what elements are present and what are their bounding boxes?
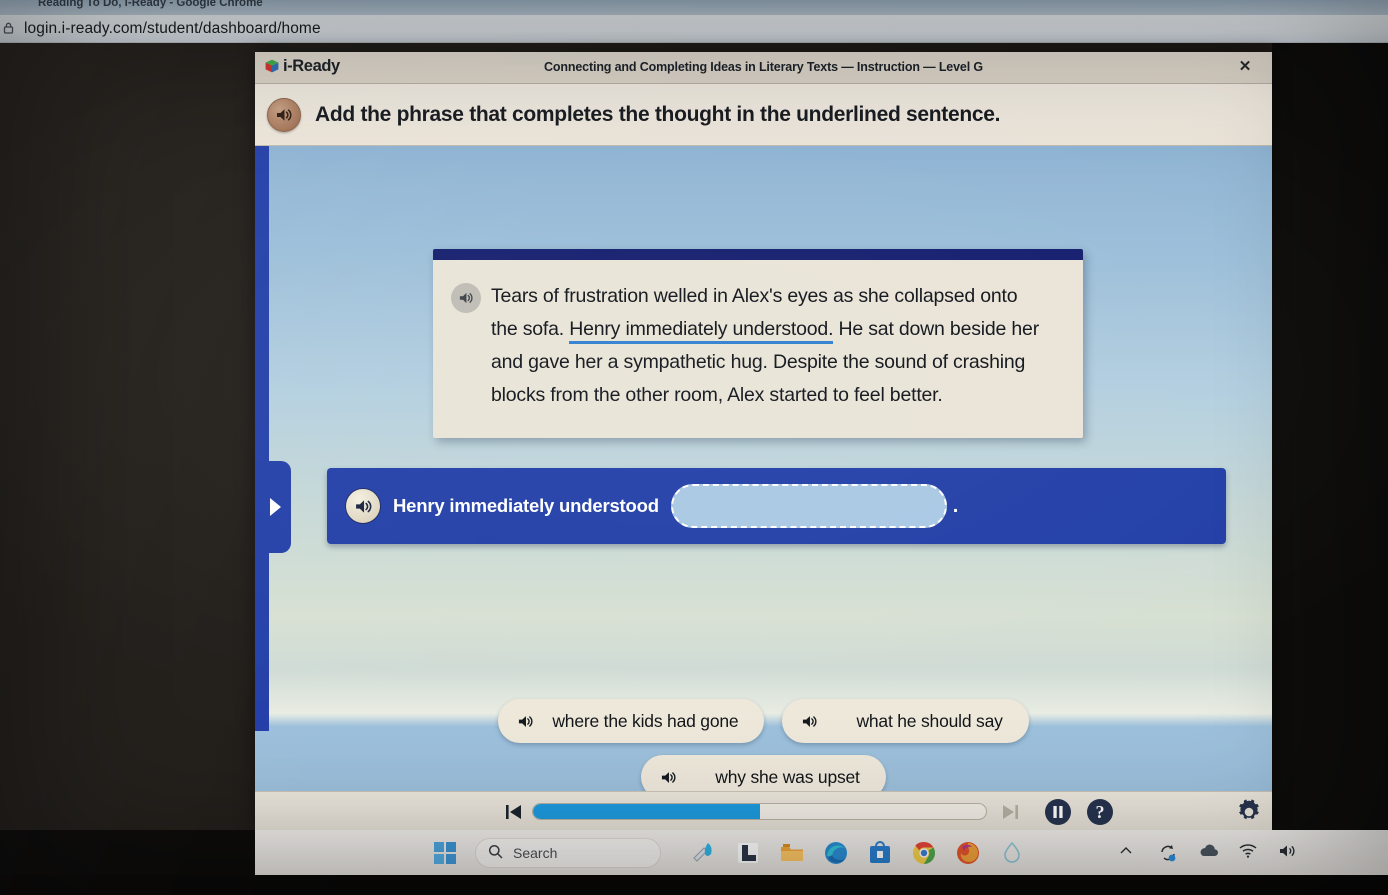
url-text[interactable]: login.i-ready.com/student/dashboard/home (24, 20, 321, 38)
settings-gear-icon[interactable] (1235, 798, 1263, 826)
speaker-icon-choice-3[interactable] (655, 764, 681, 790)
onedrive-cloud-icon[interactable] (1198, 843, 1219, 863)
search-placeholder-text: Search (513, 844, 558, 861)
desktop-background-right (1272, 43, 1388, 838)
chevron-up-icon[interactable] (1118, 843, 1138, 863)
answer-construction-bar: Henry immediately understood . (327, 468, 1226, 544)
snipping-tool-icon[interactable] (691, 840, 717, 866)
previous-button[interactable] (504, 802, 524, 822)
taskbar-search-box[interactable]: Search (475, 837, 661, 868)
speaker-icon-choice-2[interactable] (796, 708, 822, 734)
windows-taskbar: Search (255, 830, 1388, 875)
speaker-icon-choice-1[interactable] (512, 708, 538, 734)
site-info-icon[interactable] (3, 22, 15, 36)
app-header: i-Ready Connecting and Completing Ideas … (255, 52, 1272, 84)
browser-address-bar[interactable]: login.i-ready.com/student/dashboard/home (0, 15, 1388, 43)
answer-period: . (952, 494, 959, 517)
passage-text: Tears of frustration welled in Alex's ey… (491, 280, 1047, 412)
left-rail (255, 146, 269, 731)
start-button-icon[interactable] (433, 841, 457, 865)
google-chrome-icon[interactable] (911, 840, 937, 866)
speaker-icon-directions[interactable] (267, 97, 301, 132)
sync-icon[interactable] (1158, 843, 1178, 863)
directions-text: Add the phrase that completes the though… (315, 102, 1001, 126)
answer-choices: where the kids had gone what he should s… (255, 699, 1272, 791)
file-explorer-icon[interactable] (779, 840, 805, 866)
choice-option-3[interactable]: why she was upset (641, 755, 886, 791)
photo-of-screen: Reading To Do, i-Ready - Google Chrome l… (0, 0, 1388, 895)
expand-panel-button[interactable] (255, 461, 291, 553)
help-button[interactable]: ? (1087, 799, 1113, 825)
close-icon[interactable]: ✕ (1236, 58, 1254, 76)
answer-drop-zone[interactable] (670, 484, 947, 528)
microsoft-edge-icon[interactable] (823, 840, 849, 866)
choice-label-2: what he should say (856, 710, 1003, 731)
microsoft-store-icon[interactable] (867, 840, 893, 866)
choice-row-1: where the kids had gone what he should s… (255, 699, 1272, 743)
passage-card-accent-bar (433, 249, 1083, 260)
system-tray (1118, 843, 1298, 863)
chevron-right-icon (269, 498, 281, 516)
speaker-icon-answer[interactable] (345, 488, 381, 524)
volume-icon[interactable] (1278, 843, 1298, 863)
lesson-toolbar: ? (255, 791, 1272, 830)
passage-card: Tears of frustration welled in Alex's ey… (433, 249, 1083, 438)
water-drop-app-icon[interactable] (999, 840, 1025, 866)
desktop-background-bottom (0, 875, 1388, 895)
taskbar-app-icons (691, 840, 1025, 866)
search-icon (488, 844, 503, 862)
choice-label-1: where the kids had gone (552, 710, 739, 731)
directions-bar: Add the phrase that completes the though… (255, 84, 1272, 146)
choice-option-2[interactable]: what he should say (782, 699, 1029, 743)
lesson-title: Connecting and Completing Ideas in Liter… (544, 60, 983, 74)
next-button[interactable] (1000, 802, 1020, 822)
speaker-icon-passage[interactable] (451, 283, 481, 313)
choice-row-2: why she was upset (255, 755, 1272, 791)
lesson-stage: Tears of frustration welled in Alex's ey… (255, 146, 1272, 791)
l-app-icon[interactable] (735, 840, 761, 866)
wifi-icon[interactable] (1238, 843, 1258, 863)
browser-tab-title: Reading To Do, i-Ready - Google Chrome (38, 0, 263, 9)
browser-tab-bar[interactable]: Reading To Do, i-Ready - Google Chrome (0, 0, 1388, 15)
pause-button[interactable] (1045, 799, 1071, 825)
choice-option-1[interactable]: where the kids had gone (498, 699, 765, 743)
answer-stem-text: Henry immediately understood (393, 495, 659, 516)
desktop-background-left (0, 43, 255, 838)
help-label: ? (1095, 802, 1105, 822)
choice-label-3: why she was upset (715, 766, 860, 787)
iready-lesson-window: i-Ready Connecting and Completing Ideas … (255, 52, 1272, 830)
passage-underlined-sentence: Henry immediately understood. (569, 318, 833, 344)
firefox-icon[interactable] (955, 840, 981, 866)
progress-bar-fill (533, 804, 760, 819)
progress-bar[interactable] (532, 803, 987, 820)
